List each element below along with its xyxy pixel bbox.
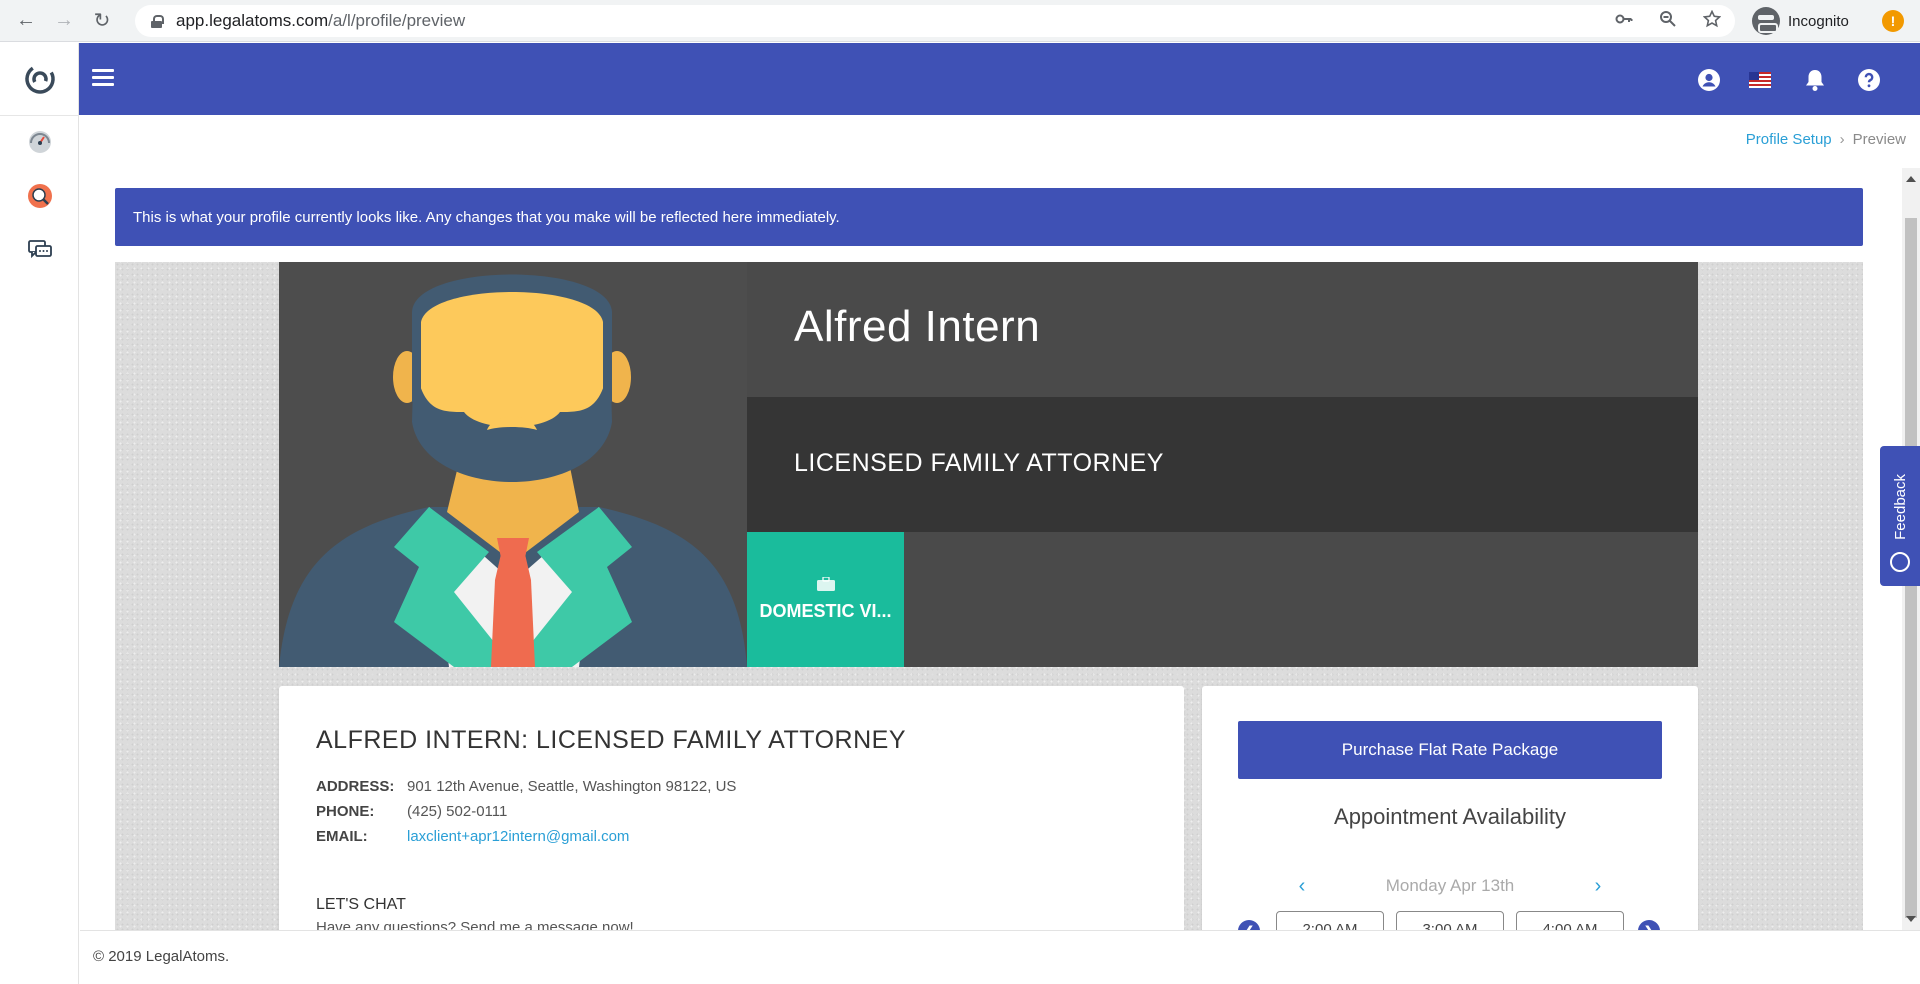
phone-label: PHONE:	[316, 803, 375, 820]
date-label: Monday Apr 13th	[1385, 876, 1515, 895]
address-row: ADDRESS: 901 12th Avenue, Seattle, Washi…	[316, 778, 736, 795]
preview-info-text: This is what your profile currently look…	[133, 208, 840, 226]
address-bar[interactable]: app.legalatoms.com/a/l/profile/preview	[135, 5, 1735, 37]
forward-icon[interactable]: →	[52, 9, 76, 33]
address-value: 901 12th Avenue, Seattle, Washington 981…	[407, 778, 737, 795]
url-path: /a/l/profile/preview	[328, 11, 466, 30]
details-heading: ALFRED INTERN: LICENSED FAMILY ATTORNEY	[316, 726, 906, 754]
booking-card: Purchase Flat Rate Package Appointment A…	[1202, 686, 1698, 930]
footer-copyright: © 2019 LegalAtoms.	[93, 948, 230, 965]
bookmark-star-icon[interactable]	[1702, 9, 1722, 33]
find-lawyer-icon[interactable]	[26, 182, 54, 210]
email-link[interactable]: laxclient+apr12intern@gmail.com	[407, 828, 629, 845]
feedback-icon	[1890, 552, 1910, 572]
appointment-availability-title: Appointment Availability	[1334, 804, 1566, 829]
briefcase-icon	[816, 576, 835, 591]
browser-update-icon[interactable]: !	[1882, 10, 1904, 32]
lock-icon	[151, 14, 164, 28]
preview-info-banner: This is what your profile currently look…	[115, 188, 1863, 246]
time-slot[interactable]: 3:00 AM	[1396, 911, 1504, 930]
date-navigator: ‹ Monday Apr 13th ›	[1292, 874, 1608, 898]
purchase-flat-rate-button[interactable]: Purchase Flat Rate Package	[1238, 721, 1662, 779]
us-flag-icon[interactable]	[1748, 68, 1772, 92]
time-slot[interactable]: 2:00 AM	[1276, 911, 1384, 930]
profile-title: LICENSED FAMILY ATTORNEY	[794, 449, 1164, 477]
account-icon[interactable]	[1697, 68, 1721, 92]
messages-icon[interactable]	[26, 236, 54, 264]
reload-icon[interactable]: ↻	[90, 9, 114, 33]
profile-title-band: LICENSED FAMILY ATTORNEY	[747, 397, 1698, 532]
url-host: app.legalatoms.com	[176, 11, 329, 30]
profile-details-card: ALFRED INTERN: LICENSED FAMILY ATTORNEY …	[279, 686, 1184, 930]
menu-icon[interactable]	[92, 69, 114, 87]
chat-heading: LET'S CHAT	[316, 896, 406, 913]
browser-toolbar: ← → ↻ app.legalatoms.com/a/l/profile/pre…	[0, 0, 1920, 42]
next-day-icon[interactable]: ›	[1588, 875, 1608, 897]
address-label: ADDRESS:	[316, 778, 395, 795]
slots-next-icon[interactable]: ❯	[1638, 920, 1660, 930]
rail-divider	[0, 115, 79, 116]
phone-row: PHONE: (425) 502-0111	[316, 803, 507, 820]
profile-hero: Alfred Intern LICENSED FAMILY ATTORNEY D…	[279, 262, 1698, 667]
help-icon[interactable]	[1857, 68, 1881, 92]
breadcrumb-preview: Preview	[1852, 131, 1906, 148]
breadcrumb: Profile Setup › Preview	[1746, 131, 1906, 148]
feedback-tab[interactable]: Feedback	[1880, 446, 1920, 586]
scroll-down-icon[interactable]	[1906, 916, 1916, 922]
page-footer: © 2019 LegalAtoms.	[80, 930, 1920, 984]
practice-area-label: DOMESTIC VI...	[759, 601, 892, 621]
previous-day-icon[interactable]: ‹	[1292, 875, 1312, 897]
feedback-label: Feedback	[1891, 474, 1909, 540]
time-slot[interactable]: 4:00 AM	[1516, 911, 1624, 930]
phone-value: (425) 502-0111	[407, 803, 508, 820]
back-icon[interactable]: ←	[14, 9, 38, 33]
chat-text: Have any questions? Send me a message no…	[316, 919, 634, 930]
incognito-indicator[interactable]: Incognito	[1752, 5, 1849, 37]
profile-name: Alfred Intern	[794, 302, 1041, 351]
app-header	[79, 43, 1920, 115]
left-rail	[0, 43, 79, 984]
time-slots: ❮ 2:00 AM 3:00 AM 4:00 AM ❯	[1238, 911, 1678, 930]
incognito-icon	[1752, 7, 1780, 35]
legalatoms-logo[interactable]	[0, 43, 79, 115]
breadcrumb-separator: ›	[1839, 131, 1845, 148]
breadcrumb-profile-setup[interactable]: Profile Setup	[1746, 131, 1832, 148]
incognito-label: Incognito	[1788, 12, 1849, 30]
email-row: EMAIL: laxclient+apr12intern@gmail.com	[316, 828, 629, 845]
scroll-up-icon[interactable]	[1906, 176, 1916, 182]
profile-preview-content[interactable]: This is what your profile currently look…	[80, 168, 1902, 930]
zoom-icon[interactable]	[1659, 10, 1677, 33]
slots-previous-icon[interactable]: ❮	[1238, 920, 1260, 930]
notification-bell-icon[interactable]	[1803, 68, 1827, 92]
key-icon[interactable]	[1615, 10, 1633, 33]
email-label: EMAIL:	[316, 828, 368, 845]
practice-area-tile[interactable]: DOMESTIC VI...	[747, 532, 904, 667]
lawyer-avatar	[279, 262, 747, 667]
dashboard-gauge-icon[interactable]	[26, 128, 54, 156]
